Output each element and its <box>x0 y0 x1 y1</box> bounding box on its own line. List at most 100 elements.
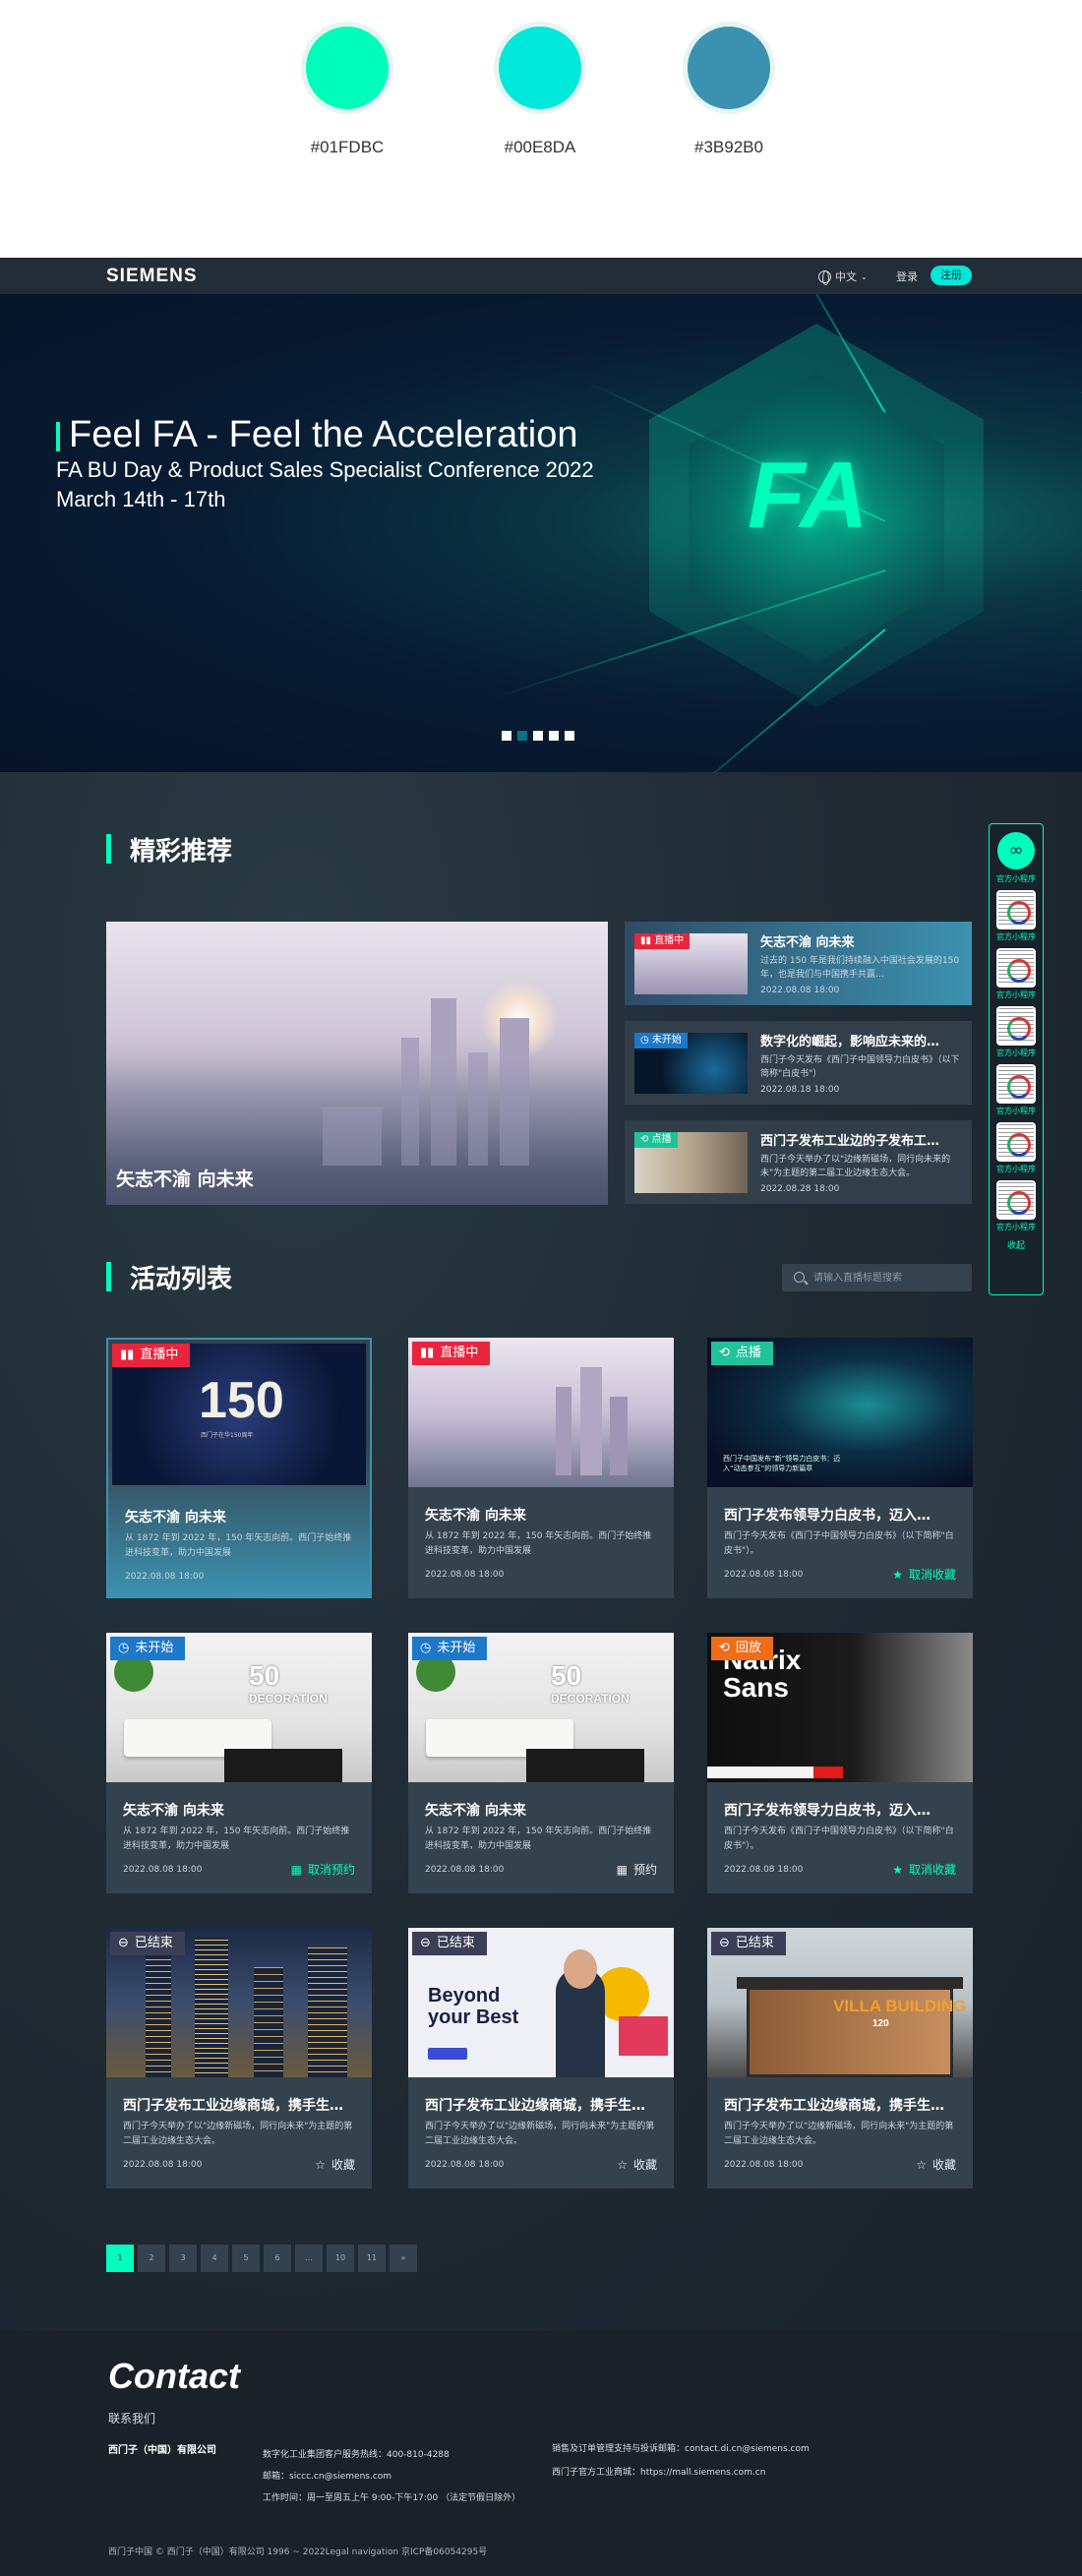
table <box>224 1749 342 1782</box>
activity-card[interactable]: ▮▮ 直播中 矢志不渝 向未来 从 1872 年到 2022 年，150 年矢志向… <box>408 1338 674 1598</box>
carousel-dot[interactable] <box>517 731 527 741</box>
page-button-3[interactable]: 3 <box>169 2245 197 2272</box>
footer-sales-email[interactable]: 销售及订单管理支持与投诉邮箱：contact.di.cn@siemens.com <box>552 2441 810 2454</box>
page-button-10[interactable]: 10 <box>327 2245 354 2272</box>
status-badge: ⊖ 已结束 <box>412 1932 487 1955</box>
language-selector[interactable]: 中文 ⌄ <box>818 269 868 285</box>
register-button[interactable]: 注册 <box>931 266 972 285</box>
status-badge-label: 直播中 <box>140 1348 179 1362</box>
featured-side-item[interactable]: ◷ 未开始 数字化的崛起，影响应未来的… 西门子今天发布《西门子中国领导力白皮书… <box>625 1021 972 1105</box>
favorite-button[interactable]: ☆ 收藏 <box>315 2156 355 2173</box>
card-date: 2022.08.08 18:00 <box>425 1865 505 1875</box>
next-page-button[interactable]: » <box>390 2245 417 2272</box>
hero-banner[interactable]: FA Feel FA - Feel the Acceleration FA BU… <box>0 294 1082 772</box>
featured-item-title: 数字化的崛起，影响应未来的… <box>760 1035 940 1049</box>
reserve-button[interactable]: ▦ 预约 <box>617 1861 657 1878</box>
red-bar <box>813 1767 843 1778</box>
unfavorite-button[interactable]: ★ 取消收藏 <box>892 1566 956 1583</box>
card-title: 西门子发布工业边缘商城，携手生… <box>425 2098 645 2114</box>
page-button-4[interactable]: 4 <box>201 2245 228 2272</box>
minus-circle-icon: ⊖ <box>118 1936 129 1950</box>
page-ellipsis: … <box>295 2245 323 2272</box>
page-button-6[interactable]: 6 <box>264 2245 291 2272</box>
card-title: 矢志不渝 向未来 <box>425 1803 526 1819</box>
qr-code[interactable] <box>996 1180 1036 1220</box>
card-title: 西门子发布工业边缘商城，携手生… <box>123 2098 343 2114</box>
activity-card[interactable]: VILLA BUILDING 120 ⊖ 已结束 西门子发布工业边缘商城，携手生…… <box>707 1928 973 2188</box>
building <box>146 1952 171 2077</box>
replay-icon: ⟲ <box>640 1134 652 1145</box>
activity-card[interactable]: 50 DECORATION ◷ 未开始 矢志不渝 向未来 从 1872 年到 20… <box>106 1633 372 1893</box>
activity-card[interactable]: 150 西门子在华150周年 ▮▮ 直播中 矢志不渝 向未来 从 1872 年到 … <box>106 1338 372 1598</box>
card-desc: 从 1872 年到 2022 年，150 年矢志向前。西门子始终推进科技变革，助… <box>123 1827 350 1851</box>
page-button-1[interactable]: 1 <box>106 2245 134 2272</box>
activity-card[interactable]: Beyond your Best ⊖ 已结束 西门子发布工业边缘商城，携手生… 西… <box>408 1928 674 2188</box>
qr-label: 官方小程序 <box>996 1107 1036 1115</box>
status-badge-label: 未开始 <box>135 1641 174 1655</box>
carousel-dot[interactable] <box>549 731 559 741</box>
featured-side-item[interactable]: ▮▮ 直播中 矢志不渝 向未来 过去的 150 年是我们持续融入中国社会发展的1… <box>625 922 972 1005</box>
page-button-5[interactable]: 5 <box>232 2245 260 2272</box>
status-badge-label: 直播中 <box>440 1346 479 1360</box>
carousel-dot[interactable] <box>533 731 543 741</box>
footer-company: 西门子（中国）有限公司 <box>108 2445 216 2456</box>
footer-contact-title: Contact <box>108 2356 240 2396</box>
featured-item-date: 2022.08.18 18:00 <box>760 1085 840 1095</box>
activity-card[interactable]: 西门子中国发布“新”领导力白皮书：迈入“动态参互”的领导力新篇章 ⟲ 点播 西门子… <box>707 1338 973 1598</box>
activity-card[interactable]: ⊖ 已结束 西门子发布工业边缘商城，携手生… 西门子今天举办了以"边缘新磁场，同行… <box>106 1928 372 2188</box>
login-link[interactable]: 登录 <box>896 269 918 284</box>
card-image-caption: DECORATION <box>551 1692 630 1706</box>
page-button-11[interactable]: 11 <box>358 2245 386 2272</box>
status-badge: ⟲ 点播 <box>711 1342 773 1365</box>
qr-label: 官方小程序 <box>996 990 1036 999</box>
footer-mall-link[interactable]: 西门子官方工业商城：https://mall.siemens.com.cn <box>552 2465 765 2478</box>
card-desc: 西门子今天发布《西门子中国领导力白皮书》（以下简称"白皮书"）。 <box>724 1531 954 1556</box>
unfavorite-button[interactable]: ★ 取消收藏 <box>892 1861 956 1878</box>
activity-card[interactable]: 50 DECORATION ◷ 未开始 矢志不渝 向未来 从 1872 年到 20… <box>408 1633 674 1893</box>
main-content: 精彩推荐 矢志不渝 向未来 ▮▮ 直播中 矢志不渝 向未来 过去的 150 年是… <box>0 772 1082 2331</box>
swatch-3: #3B92B0 <box>680 22 778 157</box>
page-button-2[interactable]: 2 <box>138 2245 165 2272</box>
carousel-dot[interactable] <box>565 731 574 741</box>
mini-program-icon[interactable]: ∞ <box>997 832 1035 869</box>
clock-icon: ◷ <box>118 1641 130 1655</box>
building <box>556 1387 571 1475</box>
card-date: 2022.08.08 18:00 <box>123 2160 203 2170</box>
favorite-button[interactable]: ☆ 收藏 <box>916 2156 956 2173</box>
card-image-caption: 西门子在华150周年 <box>201 1432 254 1439</box>
search-icon <box>794 1272 805 1283</box>
building <box>308 1947 347 2077</box>
qr-label: 官方小程序 <box>996 1223 1036 1231</box>
status-badge-label: 已结束 <box>134 1936 173 1950</box>
qr-code[interactable] <box>996 1064 1036 1104</box>
footer-email[interactable]: 邮箱：siccc.cn@siemens.com <box>263 2469 391 2482</box>
featured-main-caption: 矢志不渝 向未来 <box>116 1168 254 1190</box>
card-desc: 从 1872 年到 2022 年，150 年矢志向前。西门子始终推进科技变革，助… <box>425 1827 652 1851</box>
siemens-logo[interactable]: SIEMENS <box>106 266 198 287</box>
banner-date: March 14th - 17th <box>56 487 226 511</box>
featured-main-card[interactable]: 矢志不渝 向未来 <box>106 922 608 1205</box>
footer: Contact 联系我们 西门子（中国）有限公司 数字化工业集团客户服务热线：4… <box>0 2331 1082 2576</box>
activity-card[interactable]: Natrix Sans ⟲回放 西门子发布领导力白皮书，迈入… 西门子今天发布《… <box>707 1633 973 1893</box>
status-badge-label: 未开始 <box>651 1035 682 1046</box>
collapse-button[interactable]: 收起 <box>990 1238 1043 1251</box>
star-filled-icon: ★ <box>892 1862 903 1877</box>
white-bar <box>707 1767 813 1778</box>
featured-side-item[interactable]: ⟲ 点播 西门子发布工业边的子发布工… 西门子今天举办了以"边缘新磁场，同行向未… <box>625 1120 972 1204</box>
qr-code[interactable] <box>996 1122 1036 1162</box>
cta-pill <box>428 2048 467 2060</box>
chevron-down-icon: ⌄ <box>861 271 868 281</box>
qr-code[interactable] <box>996 890 1036 929</box>
calendar-icon: ▦ <box>616 1862 628 1877</box>
star-outline-icon: ☆ <box>617 2157 628 2172</box>
search-input[interactable] <box>813 1264 961 1291</box>
search-box[interactable] <box>782 1264 972 1291</box>
footer-contact-us: 联系我们 <box>108 2412 156 2426</box>
qr-code[interactable] <box>996 948 1036 988</box>
carousel-dot[interactable] <box>502 731 511 741</box>
favorite-button[interactable]: ☆ 收藏 <box>617 2156 657 2173</box>
clock-icon: ◷ <box>420 1641 432 1655</box>
building <box>580 1367 602 1475</box>
cancel-reservation-button[interactable]: ▦ 取消预约 <box>291 1861 355 1878</box>
qr-code[interactable] <box>996 1006 1036 1046</box>
